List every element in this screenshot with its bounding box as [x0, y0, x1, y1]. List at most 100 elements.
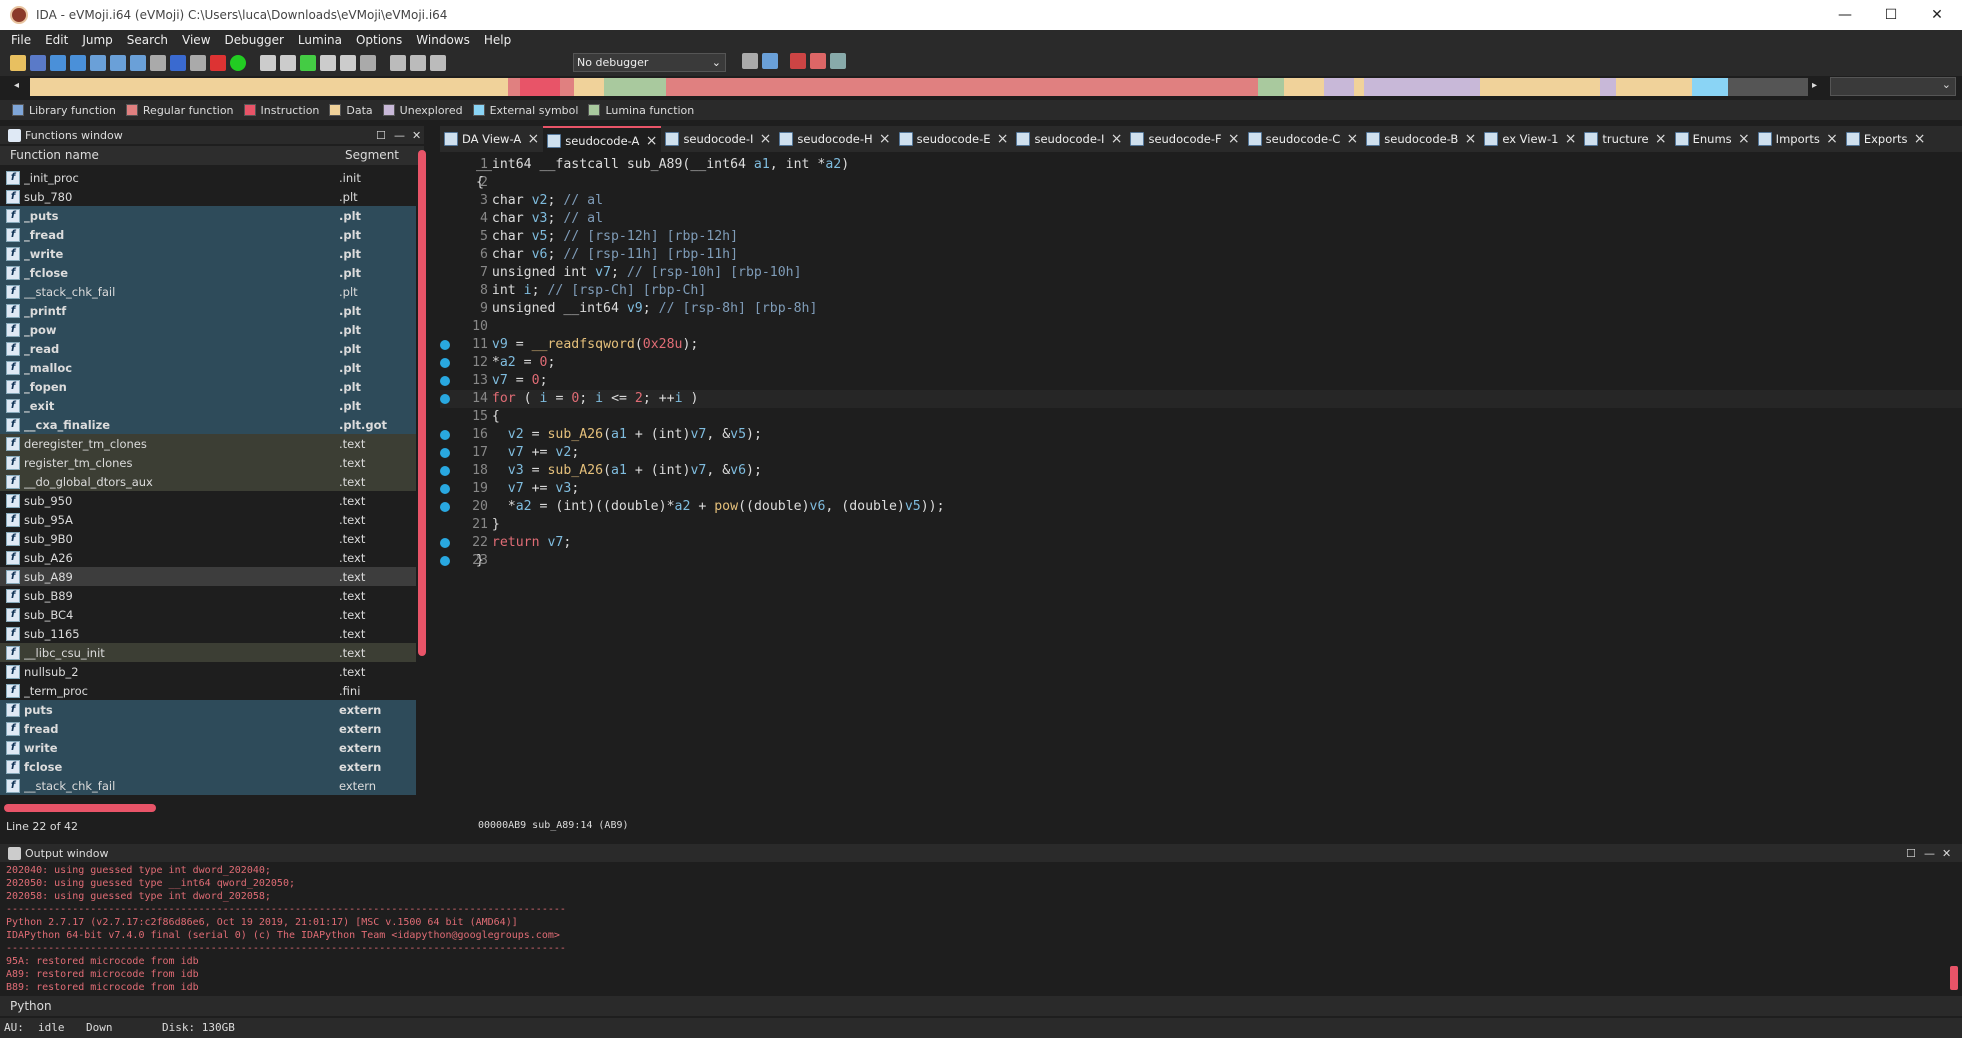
close-icon[interactable]: ✕: [1942, 847, 1951, 860]
tab-3[interactable]: seudocode-H ×: [775, 126, 894, 152]
code-line[interactable]: 20 *a2 = (int)((double)*a2 + pow((double…: [440, 498, 1962, 516]
hex-icon[interactable]: [110, 55, 126, 71]
code-line[interactable]: 6 char v6; // [rsp-11h] [rbp-11h]: [440, 246, 1962, 264]
breakpoint-dot-icon[interactable]: [440, 448, 450, 458]
function-row[interactable]: f _read .plt: [0, 339, 416, 358]
close-icon[interactable]: ✕: [412, 129, 421, 142]
close-icon[interactable]: ×: [760, 126, 772, 152]
tab-9[interactable]: ex View-1 ×: [1480, 126, 1580, 152]
breakpoint-dot-icon[interactable]: [440, 358, 450, 368]
functions-hscrollbar[interactable]: [4, 804, 156, 812]
save-icon[interactable]: [30, 55, 46, 71]
code-line[interactable]: 13 v7 = 0;: [440, 372, 1962, 390]
minimize-icon[interactable]: —: [394, 129, 405, 142]
function-row[interactable]: f sub_BC4 .text: [0, 605, 416, 624]
close-icon[interactable]: ×: [879, 126, 891, 152]
breakpoint-dot-icon[interactable]: [440, 340, 450, 350]
nav-left-arrow[interactable]: ◂: [14, 80, 19, 91]
open-icon[interactable]: [10, 55, 26, 71]
code-line[interactable]: 4 char v3; // al: [440, 210, 1962, 228]
forward-icon[interactable]: [70, 55, 86, 71]
function-row[interactable]: f sub_9B0 .text: [0, 529, 416, 548]
tab-0[interactable]: DA View-A ×: [440, 126, 543, 152]
navigate-icon[interactable]: [170, 55, 186, 71]
breakpoint-dot-icon[interactable]: [440, 430, 450, 440]
pause-icon[interactable]: [410, 55, 426, 71]
function-row[interactable]: f register_tm_clones .text: [0, 453, 416, 472]
function-row[interactable]: f _fclose .plt: [0, 263, 416, 282]
function-row[interactable]: f _fopen .plt: [0, 377, 416, 396]
data-icon[interactable]: [280, 55, 296, 71]
refresh-icon[interactable]: [762, 53, 778, 69]
tab-10[interactable]: tructure ×: [1580, 126, 1670, 152]
menu-view[interactable]: View: [175, 33, 217, 47]
tab-2[interactable]: seudocode-I ×: [661, 126, 775, 152]
search-icon[interactable]: [190, 55, 206, 71]
function-row[interactable]: f _pow .plt: [0, 320, 416, 339]
close-icon[interactable]: ×: [528, 126, 540, 152]
minimize-icon[interactable]: —: [1924, 847, 1935, 860]
menu-file[interactable]: File: [4, 33, 38, 47]
column-function-name[interactable]: Function name: [10, 148, 99, 162]
function-row[interactable]: f _malloc .plt: [0, 358, 416, 377]
code-line[interactable]: 12 *a2 = 0;: [440, 354, 1962, 372]
function-row[interactable]: f fclose extern: [0, 757, 416, 776]
code-line[interactable]: 3 char v2; // al: [440, 192, 1962, 210]
function-row[interactable]: f sub_A26 .text: [0, 548, 416, 567]
close-icon[interactable]: ×: [1826, 126, 1838, 152]
code-line[interactable]: 8 int i; // [rsp-Ch] [rbp-Ch]: [440, 282, 1962, 300]
close-icon[interactable]: ×: [1347, 126, 1359, 152]
tab-4[interactable]: seudocode-E ×: [895, 126, 1013, 152]
breakpoint-dot-icon[interactable]: [440, 376, 450, 386]
menu-debugger[interactable]: Debugger: [218, 33, 291, 47]
menu-help[interactable]: Help: [477, 33, 518, 47]
code-line[interactable]: 18 v3 = sub_A26(a1 + (int)v7, &v6);: [440, 462, 1962, 480]
function-row[interactable]: f __cxa_finalize .plt.got: [0, 415, 416, 434]
attach-icon[interactable]: [742, 53, 758, 69]
close-icon[interactable]: ×: [1914, 126, 1926, 152]
function-row[interactable]: f nullsub_2 .text: [0, 662, 416, 681]
code-line[interactable]: 23}: [440, 552, 1962, 570]
function-row[interactable]: f write extern: [0, 738, 416, 757]
code-icon[interactable]: [260, 55, 276, 71]
code-line[interactable]: 21 }: [440, 516, 1962, 534]
menu-options[interactable]: Options: [349, 33, 409, 47]
function-row[interactable]: f deregister_tm_clones .text: [0, 434, 416, 453]
function-row[interactable]: f _printf .plt: [0, 301, 416, 320]
tab-5[interactable]: seudocode-I ×: [1012, 126, 1126, 152]
nav-dropdown[interactable]: ⌄: [1830, 77, 1956, 96]
breakpoint-dot-icon[interactable]: [440, 484, 450, 494]
close-icon[interactable]: ×: [1565, 126, 1577, 152]
code-line[interactable]: 2{: [440, 174, 1962, 192]
function-row[interactable]: f _fread .plt: [0, 225, 416, 244]
function-row[interactable]: f sub_950 .text: [0, 491, 416, 510]
tab-11[interactable]: Enums ×: [1671, 126, 1754, 152]
function-row[interactable]: f __stack_chk_fail extern: [0, 776, 416, 795]
float-icon[interactable]: ☐: [1906, 847, 1916, 860]
close-icon[interactable]: ×: [1111, 126, 1123, 152]
breakpoint-dot-icon[interactable]: [440, 394, 450, 404]
menu-search[interactable]: Search: [120, 33, 175, 47]
close-button[interactable]: ✕: [1914, 0, 1960, 30]
run-script-icon[interactable]: [230, 55, 246, 71]
code-line[interactable]: 11 v9 = __readfsqword(0x28u);: [440, 336, 1962, 354]
graph-icon[interactable]: [130, 55, 146, 71]
function-row[interactable]: f _init_proc .init: [0, 168, 416, 187]
code-line[interactable]: 14 for ( i = 0; i <= 2; ++i ): [440, 390, 1962, 408]
close-icon[interactable]: ×: [1738, 126, 1750, 152]
down-arrow-icon[interactable]: [300, 55, 316, 71]
code-line[interactable]: 17 v7 += v2;: [440, 444, 1962, 462]
function-row[interactable]: f sub_A89 .text: [0, 567, 416, 586]
code-line[interactable]: 5 char v5; // [rsp-12h] [rbp-12h]: [440, 228, 1962, 246]
nav-right-arrow[interactable]: ▸: [1812, 80, 1817, 91]
debugger-select[interactable]: No debugger ⌄: [573, 53, 726, 72]
function-row[interactable]: f puts extern: [0, 700, 416, 719]
code-line[interactable]: 10: [440, 318, 1962, 336]
function-row[interactable]: f __libc_csu_init .text: [0, 643, 416, 662]
code-line[interactable]: 16 v2 = sub_A26(a1 + (int)v7, &v5);: [440, 426, 1962, 444]
text-search-icon[interactable]: [210, 55, 226, 71]
functions-list[interactable]: f _init_proc .init f sub_780 .plt f _puts .plt f _…: [0, 168, 416, 800]
breakpoint-dot-icon[interactable]: [440, 502, 450, 512]
undefine-icon[interactable]: [360, 55, 376, 71]
tab-7[interactable]: seudocode-C ×: [1244, 126, 1363, 152]
